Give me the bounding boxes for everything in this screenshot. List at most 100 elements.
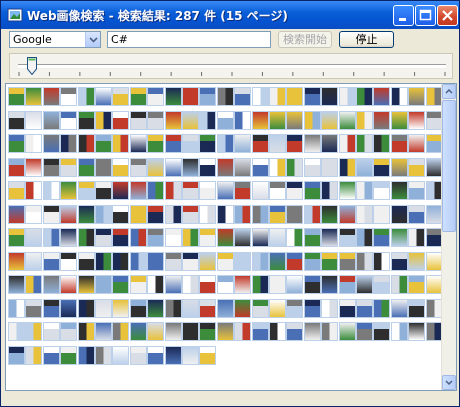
result-thumbnail[interactable] (164, 251, 182, 271)
result-thumbnail[interactable] (338, 134, 356, 153)
result-thumbnail[interactable] (147, 134, 165, 153)
result-thumbnail[interactable] (25, 298, 43, 318)
minimize-button[interactable] (393, 5, 414, 26)
result-thumbnail[interactable] (60, 110, 78, 130)
result-thumbnail[interactable] (321, 204, 339, 224)
result-thumbnail[interactable] (147, 204, 165, 224)
result-thumbnail[interactable] (129, 345, 147, 365)
result-thumbnail[interactable] (321, 181, 339, 200)
result-thumbnail[interactable] (356, 251, 373, 271)
result-thumbnail[interactable] (356, 181, 373, 200)
result-thumbnail[interactable] (147, 110, 165, 130)
result-thumbnail[interactable] (251, 322, 269, 341)
result-thumbnail[interactable] (25, 134, 43, 153)
result-thumbnail[interactable] (112, 181, 130, 200)
result-thumbnail[interactable] (182, 322, 199, 341)
result-thumbnail[interactable] (251, 181, 269, 200)
result-thumbnail[interactable] (390, 251, 408, 271)
result-thumbnail[interactable] (390, 181, 408, 200)
result-thumbnail[interactable] (112, 110, 130, 130)
result-thumbnail[interactable] (269, 157, 286, 177)
result-thumbnail[interactable] (216, 204, 234, 224)
result-thumbnail[interactable] (42, 157, 60, 177)
result-thumbnail[interactable] (356, 157, 373, 177)
result-thumbnail[interactable] (373, 275, 391, 294)
result-thumbnail[interactable] (269, 110, 286, 130)
result-thumbnail[interactable] (234, 87, 252, 106)
result-thumbnail[interactable] (77, 345, 95, 365)
result-thumbnail[interactable] (95, 110, 112, 130)
result-thumbnail[interactable] (269, 228, 286, 247)
result-thumbnail[interactable] (77, 134, 95, 153)
result-thumbnail[interactable] (234, 157, 252, 177)
result-thumbnail[interactable] (42, 204, 60, 224)
result-thumbnail[interactable] (251, 87, 269, 106)
result-thumbnail[interactable] (234, 275, 252, 294)
result-thumbnail[interactable] (269, 275, 286, 294)
result-thumbnail[interactable] (390, 298, 408, 318)
result-thumbnail[interactable] (182, 298, 199, 318)
result-thumbnail[interactable] (338, 228, 356, 247)
result-thumbnail[interactable] (164, 204, 182, 224)
result-thumbnail[interactable] (373, 228, 391, 247)
result-thumbnail[interactable] (147, 345, 165, 365)
result-thumbnail[interactable] (77, 110, 95, 130)
result-thumbnail[interactable] (42, 275, 60, 294)
result-thumbnail[interactable] (95, 275, 112, 294)
result-thumbnail[interactable] (112, 322, 130, 341)
result-thumbnail[interactable] (356, 228, 373, 247)
result-thumbnail[interactable] (199, 228, 217, 247)
maximize-button[interactable] (415, 5, 436, 26)
result-thumbnail[interactable] (216, 181, 234, 200)
result-thumbnail[interactable] (356, 110, 373, 130)
result-thumbnail[interactable] (60, 275, 78, 294)
result-thumbnail[interactable] (408, 181, 426, 200)
result-thumbnail[interactable] (182, 110, 199, 130)
result-thumbnail[interactable] (25, 228, 43, 247)
result-thumbnail[interactable] (390, 134, 408, 153)
result-thumbnail[interactable] (251, 228, 269, 247)
result-thumbnail[interactable] (216, 110, 234, 130)
result-thumbnail[interactable] (95, 157, 112, 177)
result-thumbnail[interactable] (60, 181, 78, 200)
result-thumbnail[interactable] (390, 228, 408, 247)
result-thumbnail[interactable] (25, 157, 43, 177)
result-thumbnail[interactable] (95, 134, 112, 153)
result-thumbnail[interactable] (251, 275, 269, 294)
result-thumbnail[interactable] (321, 275, 339, 294)
result-thumbnail[interactable] (95, 298, 112, 318)
result-thumbnail[interactable] (25, 345, 43, 365)
result-thumbnail[interactable] (95, 322, 112, 341)
result-thumbnail[interactable] (269, 322, 286, 341)
result-thumbnail[interactable] (269, 204, 286, 224)
result-thumbnail[interactable] (199, 87, 217, 106)
result-thumbnail[interactable] (164, 322, 182, 341)
result-thumbnail[interactable] (164, 298, 182, 318)
page-slider[interactable] (9, 53, 453, 79)
result-thumbnail[interactable] (251, 157, 269, 177)
result-thumbnail[interactable] (129, 251, 147, 271)
result-thumbnail[interactable] (338, 87, 356, 106)
result-thumbnail[interactable] (95, 345, 112, 365)
result-thumbnail[interactable] (251, 251, 269, 271)
result-thumbnail[interactable] (269, 298, 286, 318)
result-thumbnail[interactable] (129, 204, 147, 224)
result-thumbnail[interactable] (408, 204, 426, 224)
result-thumbnail[interactable] (269, 181, 286, 200)
result-thumbnail[interactable] (147, 298, 165, 318)
result-thumbnail[interactable] (251, 134, 269, 153)
result-thumbnail[interactable] (303, 251, 321, 271)
result-thumbnail[interactable] (112, 157, 130, 177)
scroll-thumb[interactable] (442, 100, 456, 232)
result-thumbnail[interactable] (112, 228, 130, 247)
result-thumbnail[interactable] (199, 275, 217, 294)
result-thumbnail[interactable] (25, 110, 43, 130)
result-thumbnail[interactable] (321, 110, 339, 130)
result-thumbnail[interactable] (373, 298, 391, 318)
result-thumbnail[interactable] (60, 204, 78, 224)
result-thumbnail[interactable] (286, 251, 304, 271)
result-thumbnail[interactable] (25, 181, 43, 200)
result-thumbnail[interactable] (216, 275, 234, 294)
result-thumbnail[interactable] (356, 275, 373, 294)
result-thumbnail[interactable] (408, 87, 426, 106)
